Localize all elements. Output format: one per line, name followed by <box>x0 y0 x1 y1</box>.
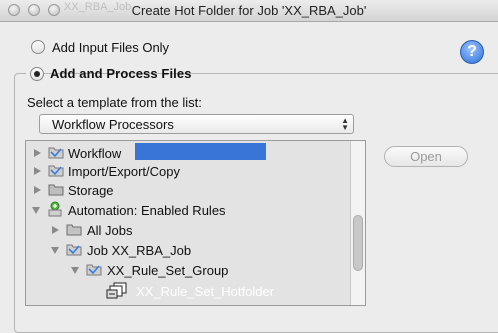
template-select[interactable]: Workflow Processors ▲ ▼ <box>39 114 354 134</box>
tree-item-job-xx-rba-job[interactable]: Job XX_RBA_Job <box>26 241 346 259</box>
add-input-files-only-radio[interactable] <box>31 40 45 54</box>
disclosure-triangle-icon[interactable] <box>51 247 59 254</box>
radio-selected-dot <box>34 71 40 77</box>
hotfolder-icon <box>106 282 127 299</box>
tree-item-xx-rule-set-group[interactable]: XX_Rule_Set_Group <box>26 261 346 279</box>
scrollbar-thumb[interactable] <box>353 215 363 271</box>
tree-item-selection-highlight <box>135 143 266 160</box>
automation-icon <box>48 201 62 217</box>
folder-icon <box>48 184 64 196</box>
tree-item-all-jobs[interactable]: All Jobs <box>26 221 346 239</box>
disclosure-triangle-icon[interactable] <box>32 207 40 214</box>
tree-item-label: XX_Rule_Set_Hotfolder <box>136 284 275 299</box>
disclosure-triangle-icon[interactable] <box>34 186 41 194</box>
add-input-files-only-label[interactable]: Add Input Files Only <box>52 40 169 55</box>
folder-icon <box>48 147 64 159</box>
add-and-process-files-label[interactable]: Add and Process Files <box>50 66 192 81</box>
tree-item-label: XX_Rule_Set_Group <box>107 263 229 278</box>
template-prompt: Select a template from the list: <box>27 95 202 110</box>
folder-icon <box>48 165 64 177</box>
disclosure-triangle-icon[interactable] <box>71 267 79 274</box>
tree-item-automation-enabled-rules[interactable]: Automation: Enabled Rules <box>26 201 346 219</box>
tree-item-label: Workflow <box>68 146 122 161</box>
tree-item-label: Import/Export/Copy <box>68 164 180 179</box>
question-mark-icon: ? <box>467 43 477 60</box>
disclosure-triangle-icon[interactable] <box>52 226 59 234</box>
window-titlebar[interactable]: XX_RBA_Job Create Hot Folder for Job 'XX… <box>0 0 498 22</box>
help-button[interactable]: ? <box>460 40 484 64</box>
tree-scrollbar[interactable] <box>350 141 365 305</box>
tree-item-storage[interactable]: Storage <box>26 181 346 199</box>
updown-arrows-icon: ▲ ▼ <box>341 116 349 132</box>
disclosure-triangle-icon[interactable] <box>34 167 41 175</box>
add-and-process-files-radio[interactable] <box>30 67 44 81</box>
disclosure-triangle-icon[interactable] <box>34 149 41 157</box>
tree-item-label: Job XX_RBA_Job <box>87 243 192 258</box>
window-title: Create Hot Folder for Job 'XX_RBA_Job' <box>131 3 367 18</box>
open-button[interactable]: Open <box>384 146 468 167</box>
tree-item-label: Automation: Enabled Rules <box>68 203 226 218</box>
template-select-value: Workflow Processors <box>52 117 174 132</box>
tree-item-import-export-copy[interactable]: Import/Export/Copy <box>26 162 346 180</box>
folder-icon <box>66 244 82 256</box>
process-files-legend: Add and Process Files <box>26 64 191 84</box>
folder-icon <box>86 264 102 276</box>
tree-item-xx-rule-set-hotfolder[interactable]: XX_Rule_Set_Hotfolder <box>0 282 300 300</box>
tree-item-label: Storage <box>68 183 114 198</box>
folder-icon <box>66 224 82 236</box>
tree-item-label: All Jobs <box>87 223 133 238</box>
